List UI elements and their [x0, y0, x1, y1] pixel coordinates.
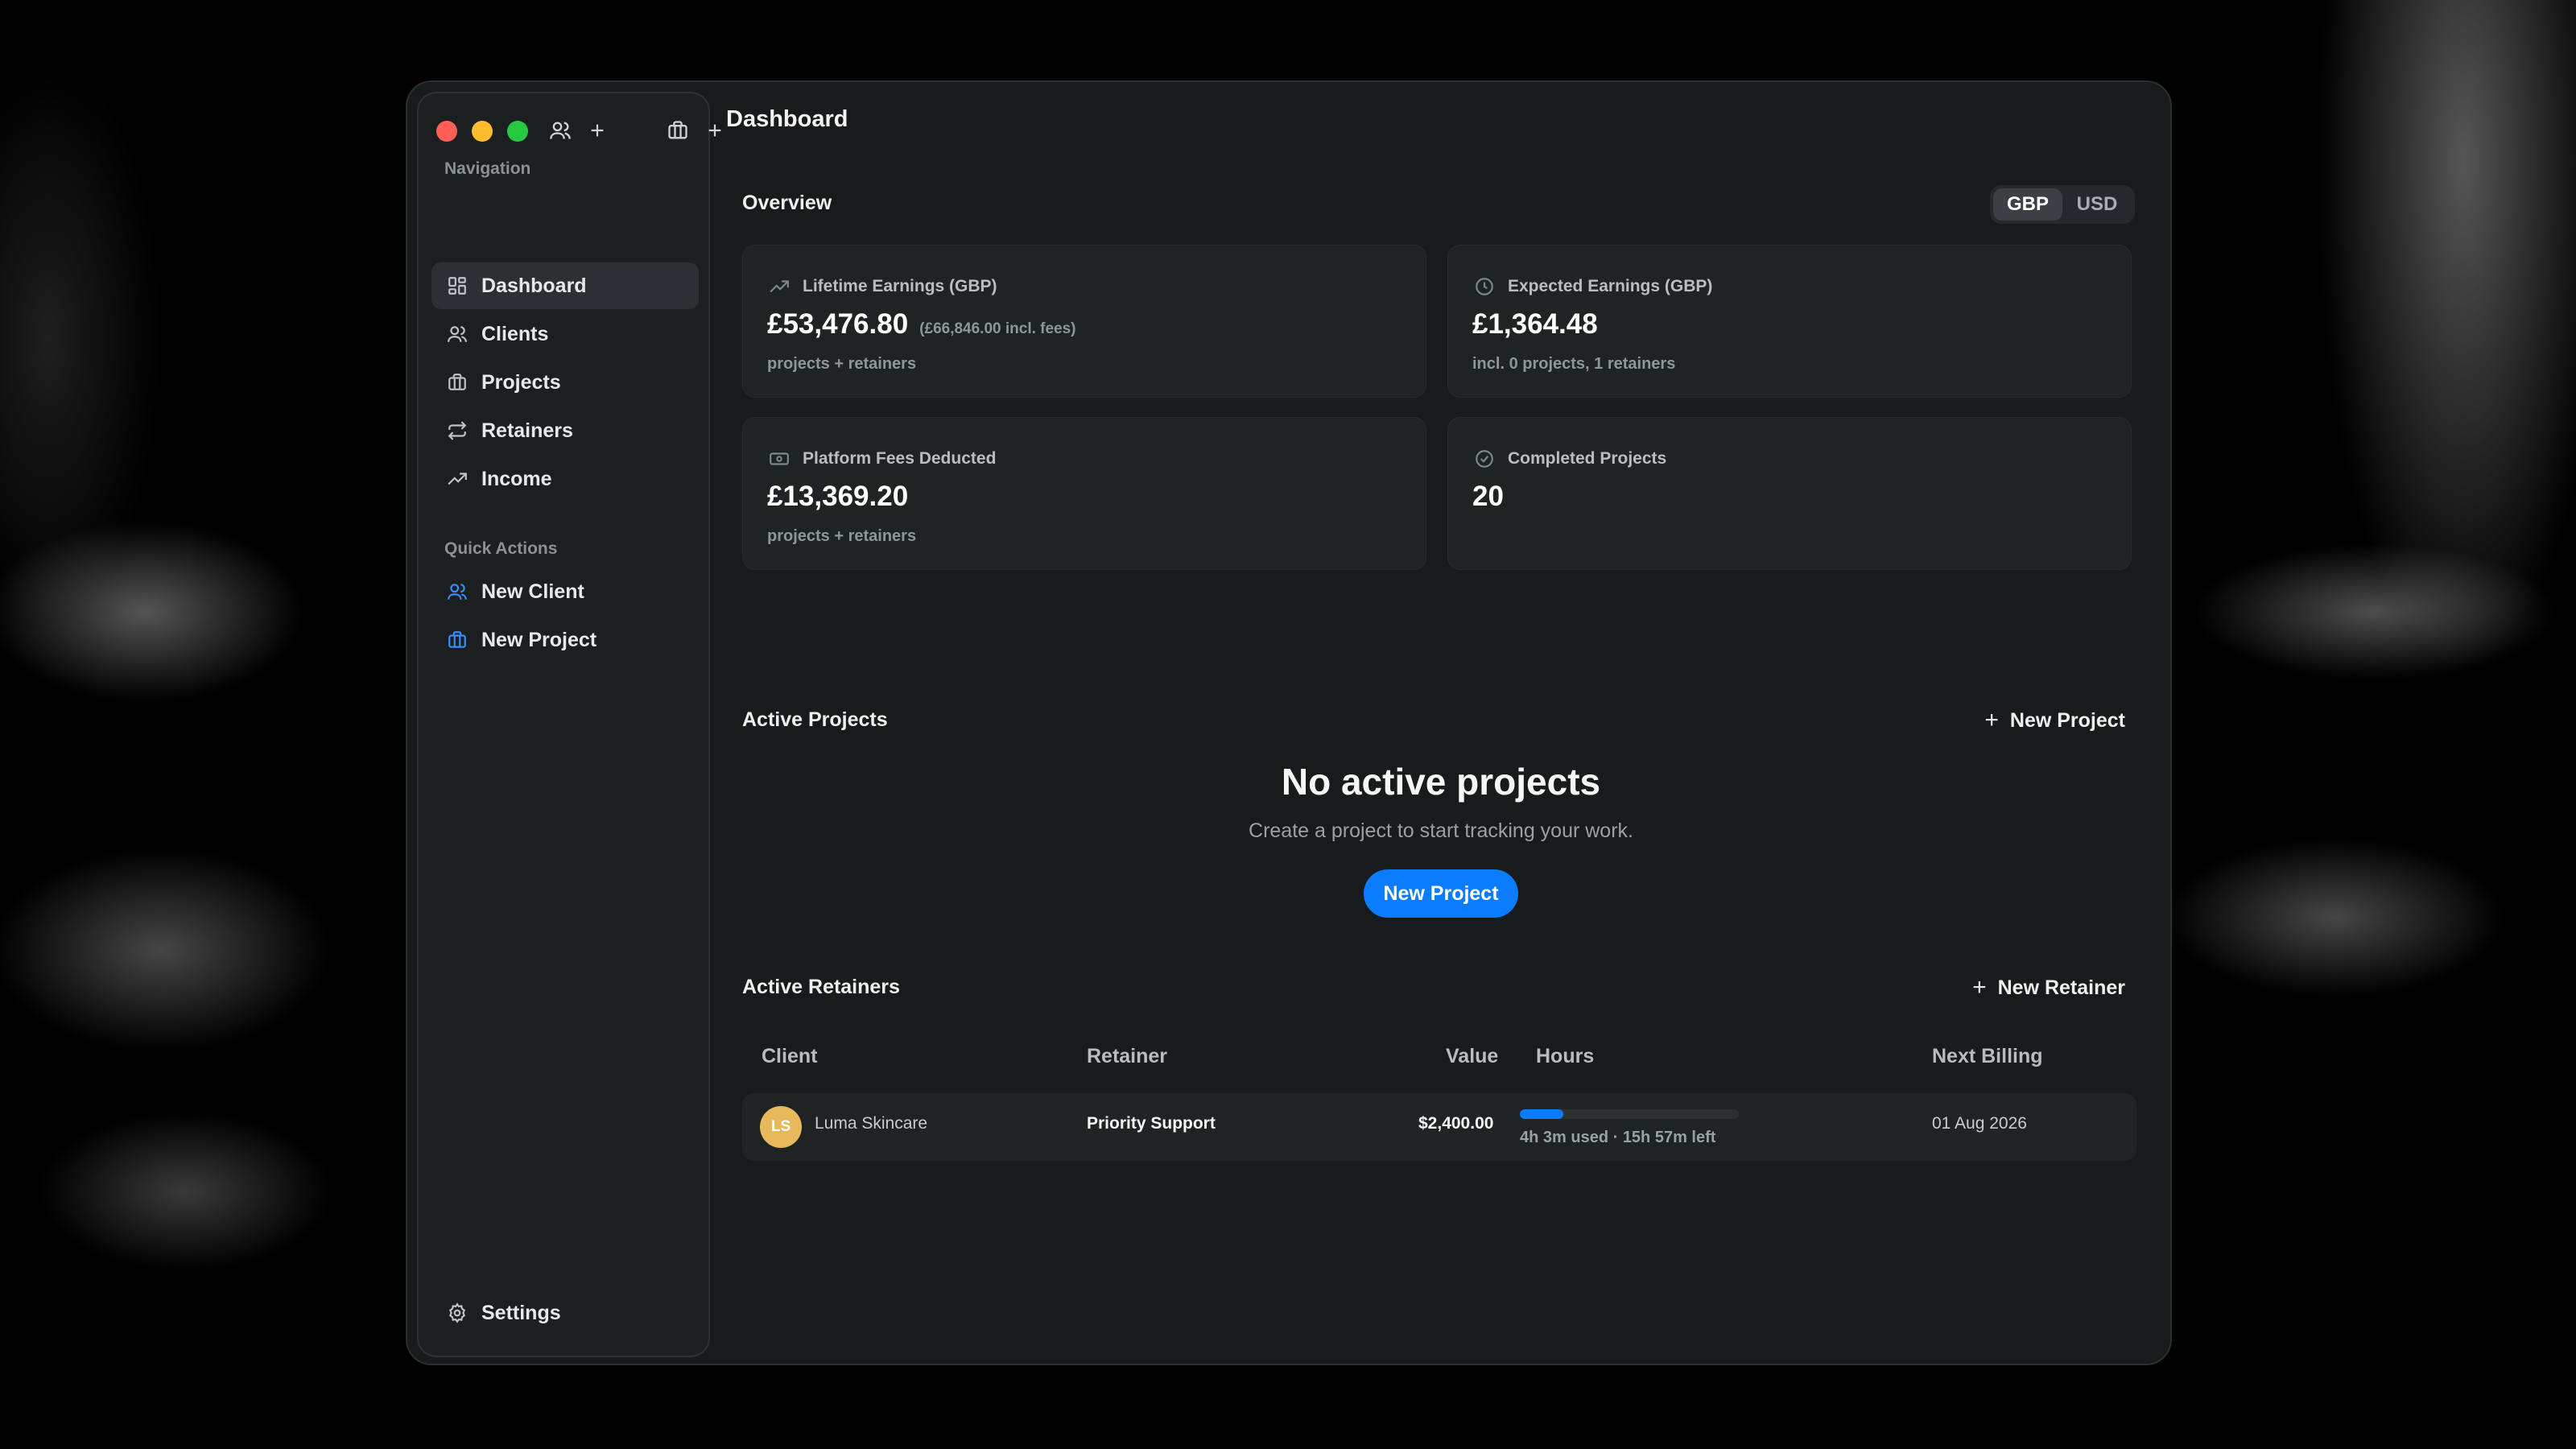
incl-fees-note: (£66,846.00 incl. fees) [919, 320, 1076, 337]
card-value: £1,364.48 [1472, 308, 1598, 341]
column-header-hours[interactable]: Hours [1536, 1045, 1594, 1068]
new-project-link[interactable]: + New Project [1984, 707, 2125, 734]
column-header-value[interactable]: Value [1446, 1045, 1498, 1068]
briefcase-icon [444, 369, 470, 395]
active-retainers-title: Active Retainers [742, 976, 900, 998]
empty-state-title: No active projects [1281, 761, 1601, 803]
sidebar-item-retainers[interactable]: Retainers [431, 407, 699, 454]
sidebar-item-settings[interactable]: Settings [431, 1290, 699, 1336]
close-window-button[interactable] [436, 121, 457, 142]
card-label: Lifetime Earnings (GBP) [767, 275, 997, 299]
users-icon[interactable] [547, 118, 573, 143]
currency-option-gbp[interactable]: GBP [1993, 188, 2062, 221]
card-label-text: Completed Projects [1508, 449, 1667, 468]
retainer-name: Priority Support [1087, 1114, 1216, 1133]
maximize-window-button[interactable] [507, 121, 528, 142]
new-project-button[interactable]: New Project [1364, 869, 1518, 918]
card-value: 20 [1472, 481, 1504, 513]
add-client-plus-icon[interactable] [584, 118, 610, 143]
quick-action-label: New Project [481, 628, 597, 651]
card-subtext: incl. 0 projects, 1 retainers [1472, 355, 1676, 373]
card-label-text: Lifetime Earnings (GBP) [803, 277, 997, 295]
briefcase-icon[interactable] [665, 118, 691, 143]
main-content: Dashboard Overview GBP USD Lifetime Earn… [726, 82, 2170, 1364]
expected-earnings-value: £1,364.48 [1472, 308, 1598, 340]
plus-icon: + [1984, 707, 1999, 733]
card-label: Platform Fees Deducted [767, 447, 996, 471]
card-label-text: Expected Earnings (GBP) [1508, 277, 1713, 295]
clock-icon [1472, 275, 1496, 299]
sidebar-item-label: Clients [481, 322, 549, 345]
sidebar-item-income[interactable]: Income [431, 456, 699, 502]
app-window: Navigation Dashboard Clients Projects Re… [406, 80, 2172, 1365]
hours-progress-fill [1520, 1109, 1564, 1119]
completed-projects-card: Completed Projects 20 [1447, 417, 2132, 570]
lifetime-earnings-value: £53,476.80 [767, 308, 909, 340]
client-name: Luma Skincare [815, 1114, 928, 1133]
quick-actions-heading: Quick Actions [444, 539, 558, 558]
column-header-client[interactable]: Client [762, 1045, 817, 1068]
sidebar-item-label: Settings [481, 1301, 561, 1324]
trending-up-icon [444, 466, 470, 492]
briefcase-icon [444, 627, 470, 653]
table-row[interactable]: LS Luma Skincare Priority Support $2,400… [742, 1093, 2136, 1161]
column-header-next-billing[interactable]: Next Billing [1932, 1045, 2043, 1068]
platform-fees-card: Platform Fees Deducted £13,369.20 projec… [742, 417, 1426, 570]
card-label: Expected Earnings (GBP) [1472, 275, 1712, 299]
sidebar: Navigation Dashboard Clients Projects Re… [417, 92, 721, 1357]
gear-icon [444, 1300, 470, 1326]
trending-up-icon [767, 275, 791, 299]
hours-usage-text: 4h 3m used · 15h 57m left [1520, 1129, 1716, 1146]
active-projects-title: Active Projects [742, 708, 888, 731]
plus-icon: + [1972, 974, 1987, 1001]
currency-toggle: GBP USD [1990, 185, 2135, 224]
lifetime-earnings-card: Lifetime Earnings (GBP) £53,476.80 (£66,… [742, 245, 1426, 398]
quick-action-label: New Client [481, 580, 584, 603]
sidebar-item-clients[interactable]: Clients [431, 311, 699, 357]
repeat-icon [444, 418, 470, 444]
next-billing-date: 01 Aug 2026 [1932, 1114, 2027, 1133]
sidebar-item-label: Income [481, 467, 552, 490]
sidebar-item-label: Dashboard [481, 274, 587, 297]
sidebar-item-label: Projects [481, 370, 561, 394]
new-retainer-link[interactable]: + New Retainer [1972, 974, 2125, 1001]
new-retainer-link-label: New Retainer [1997, 976, 2125, 999]
platform-fees-value: £13,369.20 [767, 481, 909, 512]
window-controls [436, 121, 528, 142]
users-icon [444, 579, 470, 605]
toolbar [547, 118, 728, 143]
grid-icon [444, 273, 470, 299]
avatar: LS [760, 1106, 802, 1148]
page-title: Dashboard [726, 106, 848, 132]
empty-state-subtitle: Create a project to start tracking your … [1249, 819, 1633, 842]
sidebar-item-label: Retainers [481, 419, 573, 442]
currency-option-usd[interactable]: USD [2062, 188, 2132, 221]
completed-projects-value: 20 [1472, 481, 1504, 512]
navigation-heading: Navigation [444, 159, 531, 178]
card-subtext: projects + retainers [767, 355, 917, 373]
card-value: £53,476.80 (£66,846.00 incl. fees) [767, 308, 1076, 341]
add-project-plus-icon[interactable] [702, 118, 728, 143]
sidebar-item-projects[interactable]: Projects [431, 359, 699, 406]
card-label: Completed Projects [1472, 447, 1666, 471]
primary-nav: Dashboard Clients Projects Retainers Inc… [431, 262, 699, 504]
overview-title: Overview [742, 192, 832, 214]
minimize-window-button[interactable] [472, 121, 493, 142]
card-value: £13,369.20 [767, 481, 908, 513]
sidebar-item-dashboard[interactable]: Dashboard [431, 262, 699, 309]
expected-earnings-card: Expected Earnings (GBP) £1,364.48 incl. … [1447, 245, 2132, 398]
settings-area: Settings [431, 1290, 699, 1338]
retainer-value: $2,400.00 [1418, 1114, 1494, 1133]
quick-action-new-project[interactable]: New Project [431, 617, 699, 663]
column-header-retainer[interactable]: Retainer [1087, 1045, 1167, 1068]
card-subtext: projects + retainers [767, 527, 917, 545]
quick-action-new-client[interactable]: New Client [431, 568, 699, 615]
quick-actions: New Client New Project [431, 568, 699, 665]
card-label-text: Platform Fees Deducted [803, 449, 997, 468]
banknote-icon [767, 447, 791, 471]
hours-progress-bar [1520, 1109, 1739, 1119]
check-circle-icon [1472, 447, 1496, 471]
new-project-link-label: New Project [2009, 708, 2125, 732]
users-icon [444, 321, 470, 347]
